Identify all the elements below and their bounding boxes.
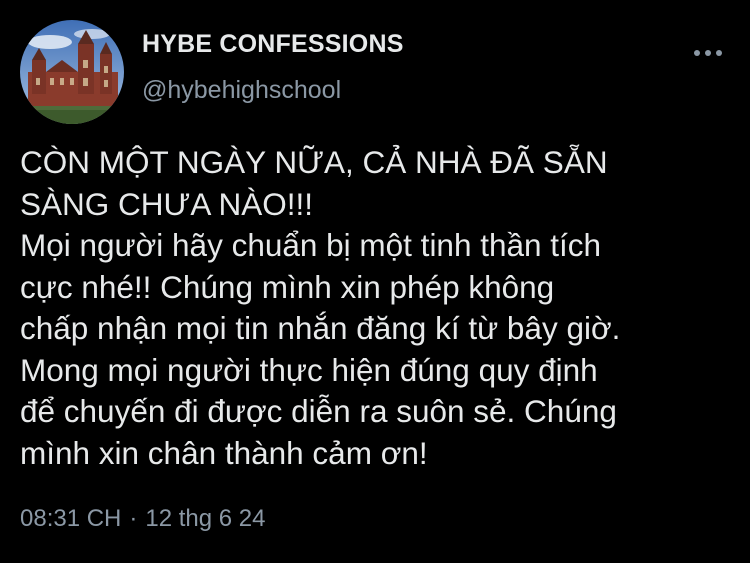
tweet-time: 08:31 CH (20, 505, 122, 532)
tweet-card: HYBE CONFESSIONS @hybehighschool CÒN MỘT… (0, 0, 750, 563)
author-handle[interactable]: @hybehighschool (142, 76, 341, 105)
more-options-button[interactable] (690, 42, 726, 64)
more-horizontal-icon (694, 50, 722, 56)
school-building-avatar-icon (20, 20, 124, 124)
avatar[interactable] (20, 20, 124, 124)
tweet-timestamp[interactable]: 08:31 CH · 12 thg 6 24 (20, 505, 266, 533)
tweet-date: 12 thg 6 24 (145, 505, 266, 532)
author-display-name[interactable]: HYBE CONFESSIONS (142, 30, 404, 59)
tweet-text: CÒN MỘT NGÀY NỮA, CẢ NHÀ ĐÃ SẴN SÀNG CHƯ… (20, 144, 621, 471)
meta-separator: · (129, 505, 138, 532)
